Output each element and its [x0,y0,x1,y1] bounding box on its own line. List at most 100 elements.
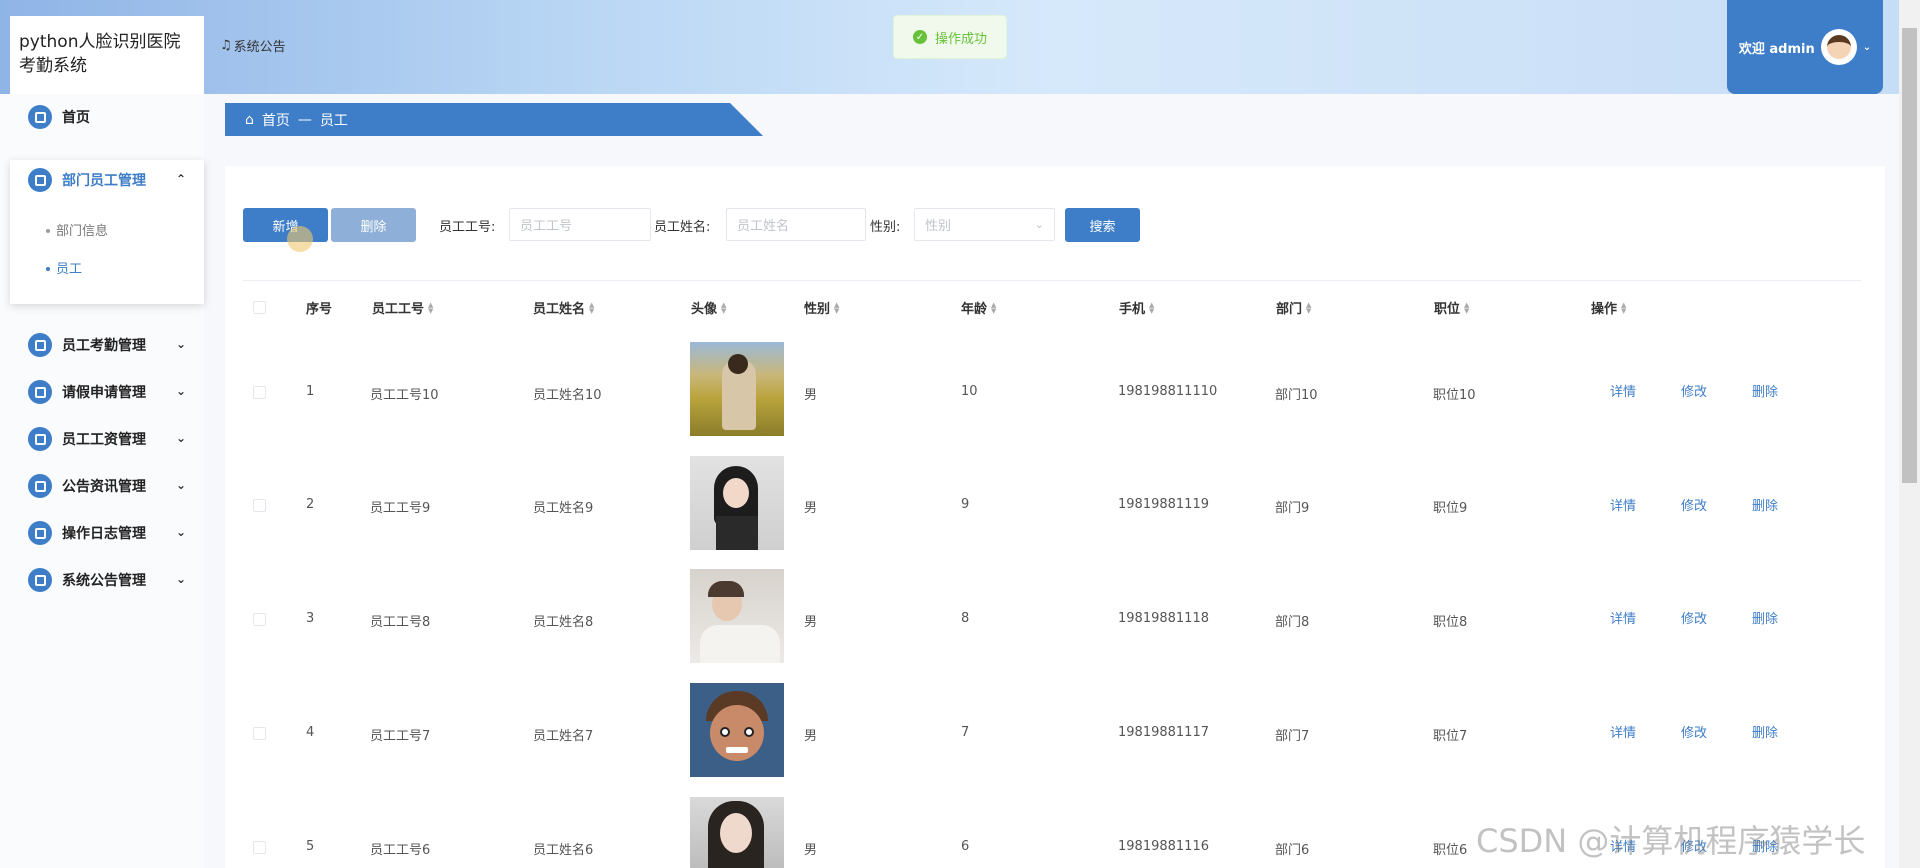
detail-link[interactable]: 详情 [1610,722,1636,741]
chevron-down-icon: ⌄ [1862,41,1872,53]
breadcrumb-home[interactable]: 首页 [262,110,290,130]
sidebar-subitem-dept-info[interactable]: 部门信息 [56,220,108,239]
sidebar-item-home[interactable]: 首页 [10,97,204,137]
sidebar-item-label: 操作日志管理 [62,526,146,542]
row-checkbox[interactable] [253,499,266,512]
cell-dept: 部门7 [1275,729,1310,744]
chevron-up-icon: ⌃ [175,172,186,186]
sidebar-item-label: 员工工资管理 [62,432,146,448]
sort-icon[interactable]: ▲ ▼ [1464,301,1469,314]
sort-icon[interactable]: ▲ ▼ [991,301,996,314]
emp-name-input[interactable]: 员工姓名 [726,208,866,241]
cell-index: 5 [306,839,315,854]
edit-link[interactable]: 修改 [1681,722,1707,741]
divider [243,280,1861,281]
delete-button[interactable]: 删除 [331,208,416,242]
sort-icon[interactable]: ▲ ▼ [1621,301,1626,314]
cell-position: 职位10 [1433,388,1476,403]
sidebar-item-attendance[interactable]: 员工考勤管理 ⌄ [10,325,204,365]
submenu-dept-staff: 部门员工管理 ⌃ 部门信息 员工 [10,160,204,304]
edit-link[interactable]: 修改 [1681,381,1707,400]
sidebar-item-label: 公告资讯管理 [62,479,146,495]
cell-position: 职位7 [1433,729,1468,744]
cell-gender: 男 [804,729,818,744]
emp-name-label: 员工姓名: [654,220,711,235]
chevron-down-icon: ⌄ [175,478,186,492]
sort-icon[interactable]: ▲ ▼ [589,301,594,314]
home-icon [28,105,52,129]
sort-icon[interactable]: ▲ ▼ [1149,301,1154,314]
chevron-down-icon: ⌄ [175,384,186,398]
sidebar-item-logs[interactable]: 操作日志管理 ⌄ [10,513,204,553]
bell-icon: ♫ [220,38,232,53]
cell-phone: 19819881117 [1118,725,1209,740]
avatar-photo[interactable] [690,342,784,436]
delete-link[interactable]: 删除 [1752,381,1778,400]
toast-message: 操作成功 [934,31,987,47]
col-header-index: 序号 [306,302,333,317]
notice-icon [28,568,52,592]
wallet-icon [28,427,52,451]
sidebar-item-news[interactable]: 公告资讯管理 ⌄ [10,466,204,506]
cell-age: 6 [961,839,970,854]
cell-dept: 部门10 [1275,388,1318,403]
cell-gender: 男 [804,843,818,858]
cell-emp-name: 员工姓名10 [533,388,602,403]
col-header-gender[interactable]: 性别 ▲ ▼ [804,298,839,317]
delete-link[interactable]: 删除 [1752,495,1778,514]
sidebar-item-dept-staff[interactable]: 部门员工管理 ⌃ [10,160,204,200]
success-toast: ✓ 操作成功 [893,15,1007,59]
row-checkbox[interactable] [253,727,266,740]
cell-dept: 部门8 [1275,615,1310,630]
sort-icon[interactable]: ▲ ▼ [721,301,726,314]
detail-link[interactable]: 详情 [1610,495,1636,514]
add-button[interactable]: 新增 [243,208,328,242]
sort-icon[interactable]: ▲ ▼ [428,301,433,314]
search-button[interactable]: 搜索 [1065,208,1140,242]
edit-link[interactable]: 修改 [1681,608,1707,627]
sidebar-subitem-staff[interactable]: 员工 [56,258,82,277]
system-notice-link[interactable]: ♫ 系统公告 [220,36,286,55]
cell-age: 8 [961,611,970,626]
col-header-avatar[interactable]: 头像 ▲ ▼ [691,298,726,317]
sort-icon[interactable]: ▲ ▼ [1306,301,1311,314]
cell-emp-name: 员工姓名6 [533,843,594,858]
chevron-down-icon: ⌄ [175,337,186,351]
sidebar-item-salary[interactable]: 员工工资管理 ⌄ [10,419,204,459]
col-header-phone[interactable]: 手机 ▲ ▼ [1119,298,1154,317]
sort-icon[interactable]: ▲ ▼ [834,301,839,314]
avatar-photo[interactable] [690,456,784,550]
col-header-age[interactable]: 年龄 ▲ ▼ [961,298,996,317]
emp-no-input[interactable]: 员工工号 [509,208,651,241]
calendar-icon [28,333,52,357]
breadcrumb-separator: — [297,111,312,128]
select-all-checkbox[interactable] [253,301,266,314]
sidebar-item-leave[interactable]: 请假申请管理 ⌄ [10,372,204,412]
avatar-photo[interactable] [690,797,784,868]
detail-link[interactable]: 详情 [1610,381,1636,400]
sidebar-item-system-notice[interactable]: 系统公告管理 ⌄ [10,560,204,600]
delete-link[interactable]: 删除 [1752,722,1778,741]
col-header-actions[interactable]: 操作 ▲ ▼ [1591,298,1626,317]
avatar-photo[interactable] [690,569,784,663]
user-menu[interactable]: 欢迎 admin ⌄ [1727,0,1883,94]
row-checkbox[interactable] [253,613,266,626]
delete-link[interactable]: 删除 [1752,608,1778,627]
avatar-photo[interactable] [690,683,784,777]
cell-emp-name: 员工姓名9 [533,501,594,516]
edit-link[interactable]: 修改 [1681,495,1707,514]
detail-link[interactable]: 详情 [1610,608,1636,627]
cell-index: 4 [306,725,315,740]
col-header-emp-no[interactable]: 员工工号 ▲ ▼ [372,298,433,317]
gender-select[interactable]: 性别 ⌄ [914,208,1055,241]
col-header-emp-name[interactable]: 员工姓名 ▲ ▼ [533,298,594,317]
col-header-position[interactable]: 职位 ▲ ▼ [1434,298,1469,317]
top-header: python人脸识别医院考勤系统 ♫ 系统公告 ✓ 操作成功 欢迎 admin … [0,0,1920,94]
emp-no-label: 员工工号: [439,220,496,235]
row-checkbox[interactable] [253,386,266,399]
avatar[interactable] [1820,29,1857,65]
scrollbar-thumb[interactable] [1902,28,1917,483]
cell-index: 2 [306,497,315,512]
row-checkbox[interactable] [253,841,266,854]
col-header-dept[interactable]: 部门 ▲ ▼ [1276,298,1311,317]
